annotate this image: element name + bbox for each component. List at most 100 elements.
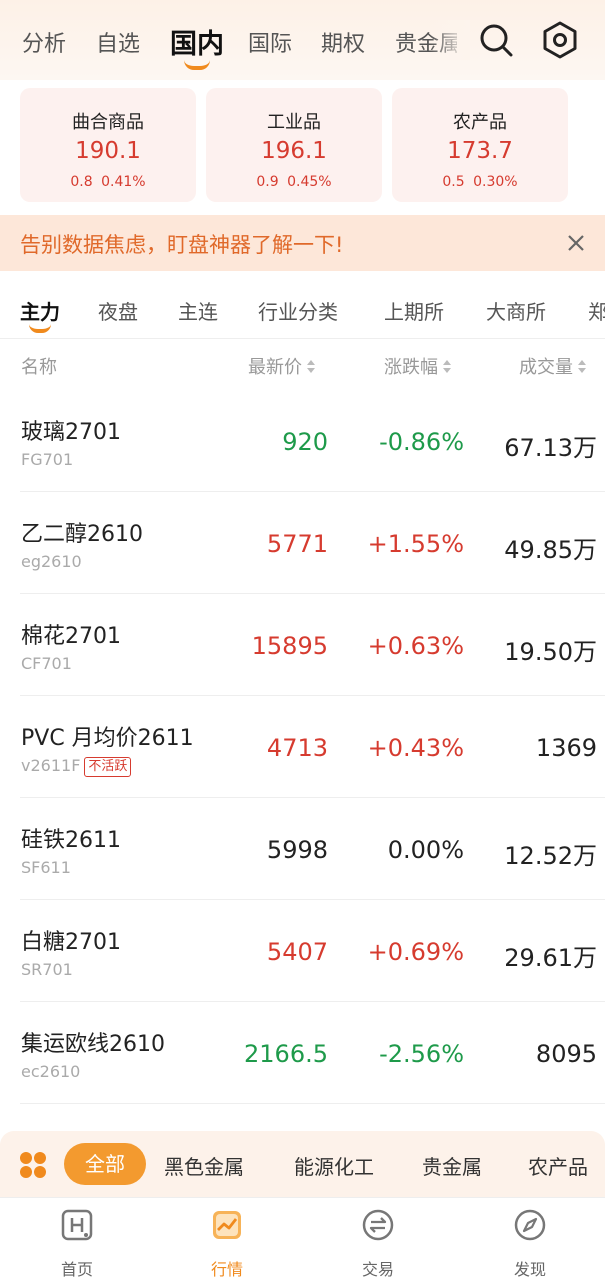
change-pct: -0.86% bbox=[379, 428, 464, 456]
table-row[interactable]: PVC 月均价2611 v2611F 不活跃 4713 +0.43% 1369 bbox=[0, 696, 605, 798]
discover-compass-icon bbox=[514, 1209, 546, 1241]
market-chart-icon bbox=[213, 1211, 241, 1239]
header-pct[interactable]: 涨跌幅 bbox=[384, 353, 452, 379]
tab-main-label: 主力 bbox=[20, 300, 60, 324]
sort-icon bbox=[442, 359, 452, 375]
index-pct: 0.45% bbox=[287, 174, 332, 190]
change-pct: +0.43% bbox=[367, 734, 464, 762]
volume: 12.52万 bbox=[504, 842, 597, 870]
category-tabs: 主力 夜盘 主连 行业分类 上期所 大商所 郑 bbox=[0, 286, 605, 336]
volume: 67.13万 bbox=[504, 434, 597, 462]
tab-czce[interactable]: 郑 bbox=[588, 296, 605, 325]
top-nav: 分析 自选 国内 国际 期权 贵金属 bbox=[0, 0, 605, 80]
index-change: 0.5 bbox=[442, 174, 465, 190]
last-price: 5407 bbox=[266, 938, 328, 966]
tab-main-contracts[interactable]: 主力 bbox=[20, 296, 60, 333]
nav-market[interactable]: 行情 bbox=[187, 1208, 267, 1279]
sort-icon bbox=[577, 359, 587, 375]
last-price: 5771 bbox=[266, 530, 328, 558]
tab-continuous[interactable]: 主连 bbox=[178, 296, 218, 325]
contract-name: 集运欧线2610 bbox=[21, 1032, 165, 1057]
tab-industry[interactable]: 行业分类 bbox=[258, 296, 338, 325]
category-grid-icon[interactable] bbox=[18, 1150, 48, 1180]
contract-code: v2611F bbox=[21, 756, 81, 775]
table-row[interactable]: 乙二醇2610 eg2610 5771 +1.55% 49.85万 bbox=[0, 492, 605, 594]
table-row[interactable]: 硅铁2611 SF611 5998 0.00% 12.52万 bbox=[0, 798, 605, 900]
nav-home[interactable]: 首页 bbox=[37, 1208, 117, 1279]
index-pct: 0.30% bbox=[473, 174, 518, 190]
bottom-nav: 首页 行情 交易 发现 bbox=[0, 1197, 605, 1279]
volume: 49.85万 bbox=[504, 536, 597, 564]
tab-analysis[interactable]: 分析 bbox=[22, 26, 66, 58]
last-price: 2166.5 bbox=[244, 1040, 328, 1068]
index-value: 196.1 bbox=[261, 138, 327, 164]
index-name: 农产品 bbox=[453, 112, 507, 133]
tab-international[interactable]: 国际 bbox=[248, 26, 292, 58]
contract-code: SF611 bbox=[21, 858, 71, 877]
table-row[interactable]: 棉花2701 CF701 15895 +0.63% 19.50万 bbox=[0, 594, 605, 696]
tab-night-session[interactable]: 夜盘 bbox=[98, 296, 138, 325]
nav-discover[interactable]: 发现 bbox=[490, 1208, 570, 1279]
tab-domestic[interactable]: 国内 bbox=[170, 22, 224, 70]
table-header: 名称 最新价 涨跌幅 成交量 bbox=[0, 338, 605, 390]
header-volume[interactable]: 成交量 bbox=[519, 353, 587, 379]
index-name: 曲合商品 bbox=[72, 112, 144, 133]
tab-domestic-label: 国内 bbox=[170, 29, 224, 60]
promo-banner[interactable]: 告别数据焦虑，盯盘神器了解一下! bbox=[0, 215, 605, 271]
nav-trade[interactable]: 交易 bbox=[338, 1208, 418, 1279]
header-name: 名称 bbox=[21, 357, 57, 378]
change-pct: +1.55% bbox=[367, 530, 464, 558]
contract-code: ec2610 bbox=[21, 1062, 81, 1081]
index-card[interactable]: 农产品 173.7 0.5 0.30% bbox=[392, 88, 568, 202]
index-change-row: 0.9 0.45% bbox=[206, 174, 382, 190]
index-change-row: 0.5 0.30% bbox=[392, 174, 568, 190]
nav-discover-label: 发现 bbox=[513, 1260, 546, 1279]
quote-list: 玻璃2701 FG701 920 -0.86% 67.13万 乙二醇2610 e… bbox=[0, 390, 605, 1104]
contract-name: 玻璃2701 bbox=[21, 420, 121, 445]
contract-code-row: v2611F 不活跃 bbox=[21, 756, 132, 777]
tab-shfe[interactable]: 上期所 bbox=[384, 296, 444, 325]
filter-option[interactable]: 黑色金属 bbox=[164, 1151, 244, 1180]
sort-icon bbox=[306, 359, 316, 375]
change-pct: 0.00% bbox=[387, 836, 464, 864]
settings-icon[interactable] bbox=[540, 20, 580, 60]
index-value: 173.7 bbox=[447, 138, 513, 164]
filter-option[interactable]: 能源化工 bbox=[294, 1151, 374, 1180]
contract-name: 白糖2701 bbox=[21, 930, 121, 955]
nav-home-label: 首页 bbox=[60, 1260, 93, 1279]
active-tab-indicator bbox=[29, 324, 51, 333]
close-icon[interactable] bbox=[562, 229, 590, 257]
change-pct: -2.56% bbox=[379, 1040, 464, 1068]
inactive-badge: 不活跃 bbox=[84, 757, 132, 777]
contract-code: SR701 bbox=[21, 960, 73, 979]
last-price: 4713 bbox=[266, 734, 328, 762]
last-price: 15895 bbox=[251, 632, 328, 660]
contract-name: 乙二醇2610 bbox=[21, 522, 143, 547]
nav-market-label: 行情 bbox=[210, 1260, 243, 1279]
filter-option[interactable]: 贵金属 bbox=[422, 1151, 482, 1180]
last-price: 920 bbox=[282, 428, 328, 456]
last-price: 5998 bbox=[266, 836, 328, 864]
filter-all-button[interactable]: 全部 bbox=[64, 1143, 146, 1185]
row-divider bbox=[20, 1103, 605, 1104]
index-name: 工业品 bbox=[267, 112, 321, 133]
search-icon[interactable] bbox=[478, 22, 514, 58]
table-row[interactable]: 白糖2701 SR701 5407 +0.69% 29.61万 bbox=[0, 900, 605, 1002]
index-card[interactable]: 曲合商品 190.1 0.8 0.41% bbox=[20, 88, 196, 202]
nav-trade-label: 交易 bbox=[361, 1260, 394, 1279]
tab-options[interactable]: 期权 bbox=[321, 26, 365, 58]
index-card[interactable]: 工业品 196.1 0.9 0.45% bbox=[206, 88, 382, 202]
contract-name: PVC 月均价2611 bbox=[21, 726, 194, 751]
table-row[interactable]: 集运欧线2610 ec2610 2166.5 -2.56% 8095 bbox=[0, 1002, 605, 1104]
contract-code: CF701 bbox=[21, 654, 72, 673]
volume: 29.61万 bbox=[504, 944, 597, 972]
home-icon bbox=[61, 1209, 93, 1241]
change-pct: +0.69% bbox=[367, 938, 464, 966]
header-price[interactable]: 最新价 bbox=[248, 353, 316, 379]
filter-option[interactable]: 农产品 bbox=[528, 1151, 588, 1180]
table-row[interactable]: 玻璃2701 FG701 920 -0.86% 67.13万 bbox=[0, 390, 605, 492]
tab-watchlist[interactable]: 自选 bbox=[96, 26, 140, 58]
index-pct: 0.41% bbox=[101, 174, 146, 190]
contract-name: 硅铁2611 bbox=[21, 828, 121, 853]
tab-dce[interactable]: 大商所 bbox=[486, 296, 546, 325]
